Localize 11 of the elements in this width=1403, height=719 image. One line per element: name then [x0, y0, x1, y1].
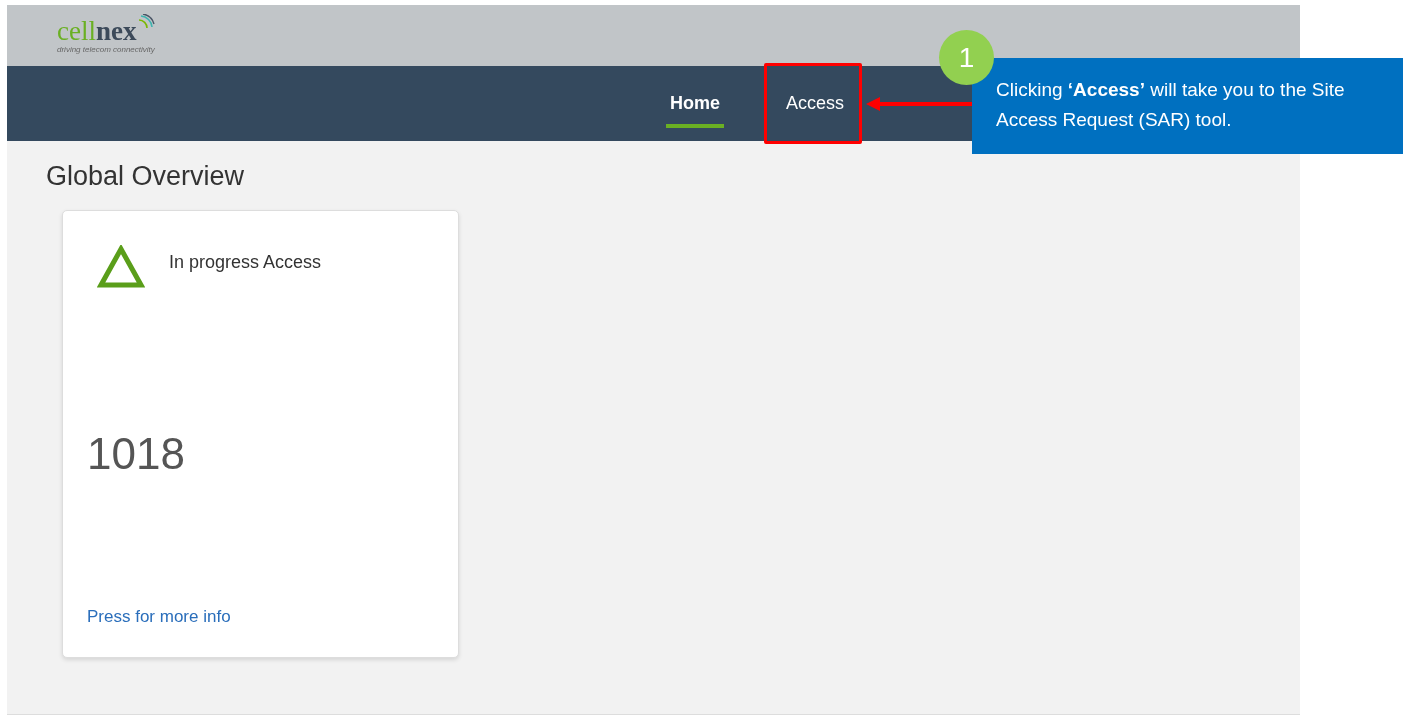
more-info-link[interactable]: Press for more info [87, 607, 231, 627]
triangle-icon [97, 245, 145, 289]
callout-text: Clicking ‘Access’ will take you to the Site Access Request (SAR) tool. [996, 78, 1346, 132]
card-title: In progress Access [169, 251, 322, 273]
nav-tab[interactable]: Home [665, 83, 724, 128]
logo-text: cellnex [57, 17, 137, 44]
nav-tab[interactable]: Access [781, 83, 848, 128]
page-title: Global Overview [46, 161, 246, 192]
signal-waves-icon [137, 13, 156, 30]
card-count: 1018 [87, 429, 186, 479]
logo-tagline: driving telecom connectivity [57, 44, 156, 54]
